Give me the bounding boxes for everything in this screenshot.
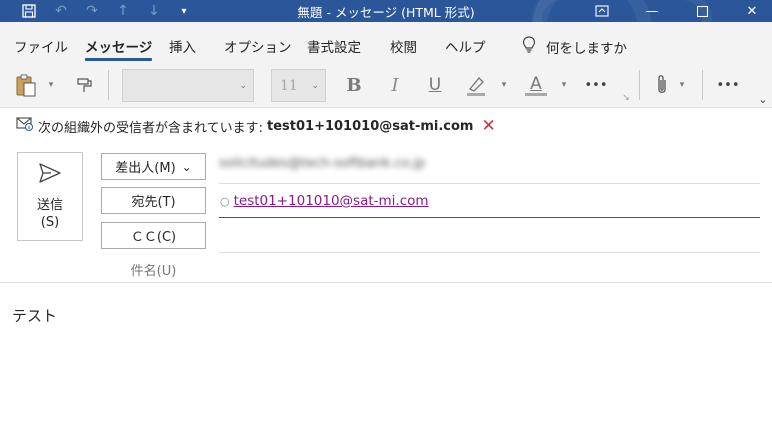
format-painter-icon[interactable] — [72, 70, 98, 100]
notice-address: test01+101010@sat-mi.com — [267, 118, 474, 134]
bold-button[interactable]: B — [343, 70, 365, 100]
paste-dropdown-icon[interactable]: ▾ — [44, 70, 58, 100]
more-commands-button[interactable]: ••• — [714, 70, 742, 100]
paste-icon[interactable] — [12, 70, 40, 100]
from-label: 差出人(M) — [115, 161, 176, 176]
font-color-letter: A — [530, 73, 542, 94]
underline-button[interactable]: U — [424, 70, 446, 100]
tab-options[interactable]: オプション — [224, 36, 292, 56]
from-button[interactable]: 差出人(M) ⌄ — [101, 153, 206, 180]
presence-icon: ○ — [220, 194, 230, 208]
font-name-combo[interactable]: ⌄ — [122, 69, 254, 102]
mail-info-icon — [16, 117, 34, 135]
tab-message[interactable]: メッセージ — [85, 36, 153, 61]
subject-label: 件名(U) — [130, 264, 177, 279]
tab-review[interactable]: 校閲 — [390, 36, 417, 56]
tab-insert[interactable]: 挿入 — [169, 36, 196, 56]
chevron-down-icon: ⌄ — [181, 159, 192, 174]
header-divider — [0, 282, 772, 283]
minimize-icon[interactable]: — — [634, 0, 670, 22]
send-shortcut: (S) — [40, 215, 60, 230]
send-button[interactable]: 送信 (S) — [17, 152, 83, 241]
font-size-combo[interactable]: 11 ⌄ — [271, 69, 326, 102]
font-color-dropdown-icon[interactable]: ▾ — [558, 70, 570, 100]
lightbulb-icon — [522, 36, 536, 57]
notice-text: 次の組織外の受信者が含まれています: — [38, 120, 263, 136]
italic-button[interactable]: I — [384, 70, 406, 100]
font-color-button[interactable]: A — [522, 70, 550, 100]
highlighter-icon[interactable] — [462, 70, 490, 100]
font-size-value: 11 — [280, 77, 298, 94]
maximize-icon[interactable] — [684, 0, 720, 22]
separator — [108, 70, 109, 100]
tab-file[interactable]: ファイル — [14, 36, 68, 56]
external-recipient-notice: 次の組織外の受信者が含まれています: test01+101010@sat-mi.… — [16, 116, 496, 136]
tab-help[interactable]: ヘルプ — [445, 36, 486, 56]
ribbon-toolbar: ▾ ⌄ 11 ⌄ B I U ▾ A ▾ ••• ↘ ▾ ••• ⌄ — [0, 62, 772, 108]
from-field-underline — [219, 183, 760, 184]
more-format-button[interactable]: ••• — [582, 70, 610, 100]
highlight-dropdown-icon[interactable]: ▾ — [498, 70, 510, 100]
attach-icon[interactable] — [652, 70, 672, 100]
message-body[interactable]: テスト — [12, 305, 57, 326]
to-field-underline — [219, 217, 760, 218]
attach-dropdown-icon[interactable]: ▾ — [676, 70, 688, 100]
to-field[interactable]: ○ test01+101010@sat-mi.com — [220, 193, 429, 209]
dialog-launcher-icon[interactable]: ↘ — [620, 92, 632, 104]
font-color-bar — [525, 92, 547, 96]
restore-ribbon-icon[interactable] — [584, 0, 620, 22]
ribbon-tabs: ファイル メッセージ 挿入 オプション 書式設定 校閲 ヘルプ 何をしますか — [0, 22, 772, 62]
cc-button[interactable]: ＣＣ(C) — [101, 222, 206, 249]
tell-me-label: 何をしますか — [546, 40, 627, 57]
chevron-down-icon: ⌄ — [239, 80, 247, 91]
send-label: 送信 — [36, 198, 63, 213]
tell-me-box[interactable]: 何をしますか — [522, 36, 627, 57]
separator — [639, 70, 640, 100]
cc-field-underline — [219, 252, 760, 253]
from-address: solicitudes@tech-softbank.co.jp — [219, 156, 426, 171]
chevron-down-icon: ⌄ — [311, 80, 319, 91]
tab-format[interactable]: 書式設定 — [307, 36, 361, 56]
close-icon[interactable]: ✕ — [734, 0, 770, 22]
send-icon — [38, 162, 62, 189]
collapse-ribbon-icon[interactable]: ⌄ — [756, 92, 770, 106]
to-recipient[interactable]: test01+101010@sat-mi.com — [234, 193, 429, 209]
separator — [702, 70, 703, 100]
title-bar: ↶ ↷ ↑ ↓ ▾ 無題 - メッセージ (HTML 形式) — ✕ — [0, 0, 772, 22]
remove-recipient-icon[interactable]: ✕ — [481, 116, 495, 136]
to-button[interactable]: 宛先(T) — [101, 187, 206, 214]
